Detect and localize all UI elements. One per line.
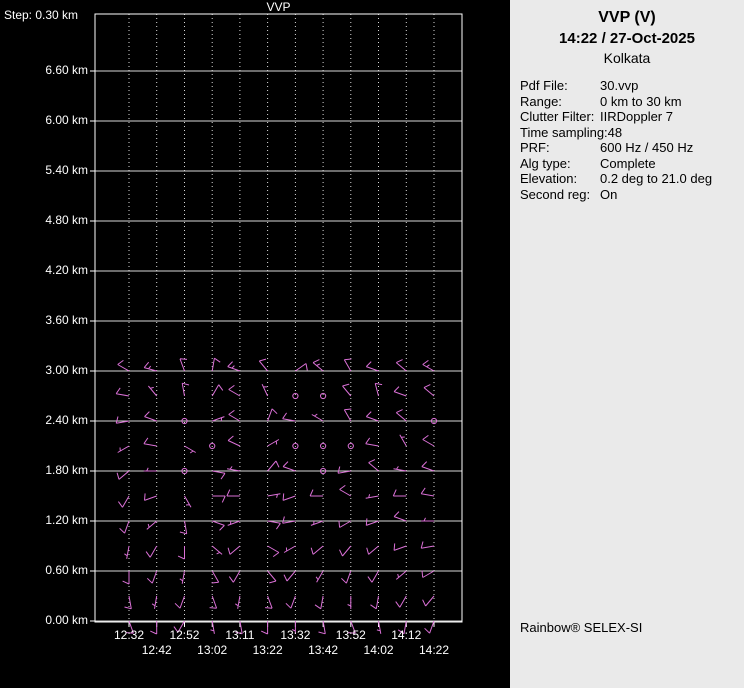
x-tick-label: 12:52 (169, 628, 200, 642)
product-fields: Pdf File: 30.vvp Range: 0 km to 30 km Cl… (520, 78, 744, 202)
field-row-second-reg: Second reg: On (520, 187, 744, 203)
field-value: Complete (600, 155, 656, 171)
field-label: Elevation: (520, 171, 578, 186)
x-tick-label: 14:22 (418, 643, 450, 657)
field-label: Time sampling: (520, 124, 608, 140)
field-value: IIRDoppler 7 (600, 109, 673, 124)
field-value: On (600, 186, 618, 202)
field-label: Pdf File: (520, 78, 568, 93)
field-row-range: Range: 0 km to 30 km (520, 94, 744, 110)
vvp-chart-region: VVP Step: 0.30 km 6.60 km 6.00 km 5.40 km 4… (0, 0, 510, 688)
x-tick-label: 13:22 (252, 643, 283, 657)
field-value: 0.2 deg to 21.0 deg (600, 171, 713, 186)
site-name: Kolkata (603, 50, 651, 66)
field-value: 30.vvp (600, 78, 639, 93)
field-value: 48 (607, 124, 623, 140)
info-panel: VVP (V) 14:22 / 27-Oct-2025 Kolkata Pdf … (510, 0, 744, 688)
product-datetime: 14:22 / 27-Oct-2025 (559, 30, 695, 47)
x-tick-label: 13:42 (308, 643, 339, 657)
field-row-time-sampling: Time sampling: 48 (520, 125, 744, 141)
product-title: VVP (V) (598, 9, 656, 26)
field-value: 0 km to 30 km (600, 93, 682, 109)
x-tick-label: 12:42 (141, 643, 172, 657)
vendor-footer: Rainbow® SELEX-SI (520, 620, 643, 635)
field-row-clutter-filter: Clutter Filter: IIRDoppler 7 (520, 109, 744, 125)
x-tick-label: 13:32 (280, 628, 311, 642)
field-row-alg-type: Alg type: Complete (520, 156, 744, 172)
x-tick-label: 14:12 (391, 628, 422, 642)
field-value: 600 Hz / 450 Hz (600, 140, 694, 155)
x-tick-label: 14:02 (363, 643, 394, 657)
field-label: Second reg: (520, 186, 591, 202)
field-label: Clutter Filter: (520, 109, 595, 124)
x-tick-label: 12:32 (113, 628, 145, 642)
x-tick-label: 13:11 (225, 628, 255, 642)
field-label: Range: (520, 93, 562, 109)
x-tick-label: 13:52 (335, 628, 366, 642)
x-axis-labels: 12:32 12:42 12:52 13:02 13:11 13:22 13:32 13:42… (0, 0, 510, 688)
field-row-elevation: Elevation: 0.2 deg to 21.0 deg (520, 171, 744, 187)
x-tick-label: 13:02 (197, 643, 228, 657)
field-label: Alg type: (520, 155, 571, 171)
field-row-prf: PRF: 600 Hz / 450 Hz (520, 140, 744, 156)
field-label: PRF: (520, 140, 550, 155)
field-row-pdf-file: Pdf File: 30.vvp (520, 78, 744, 94)
